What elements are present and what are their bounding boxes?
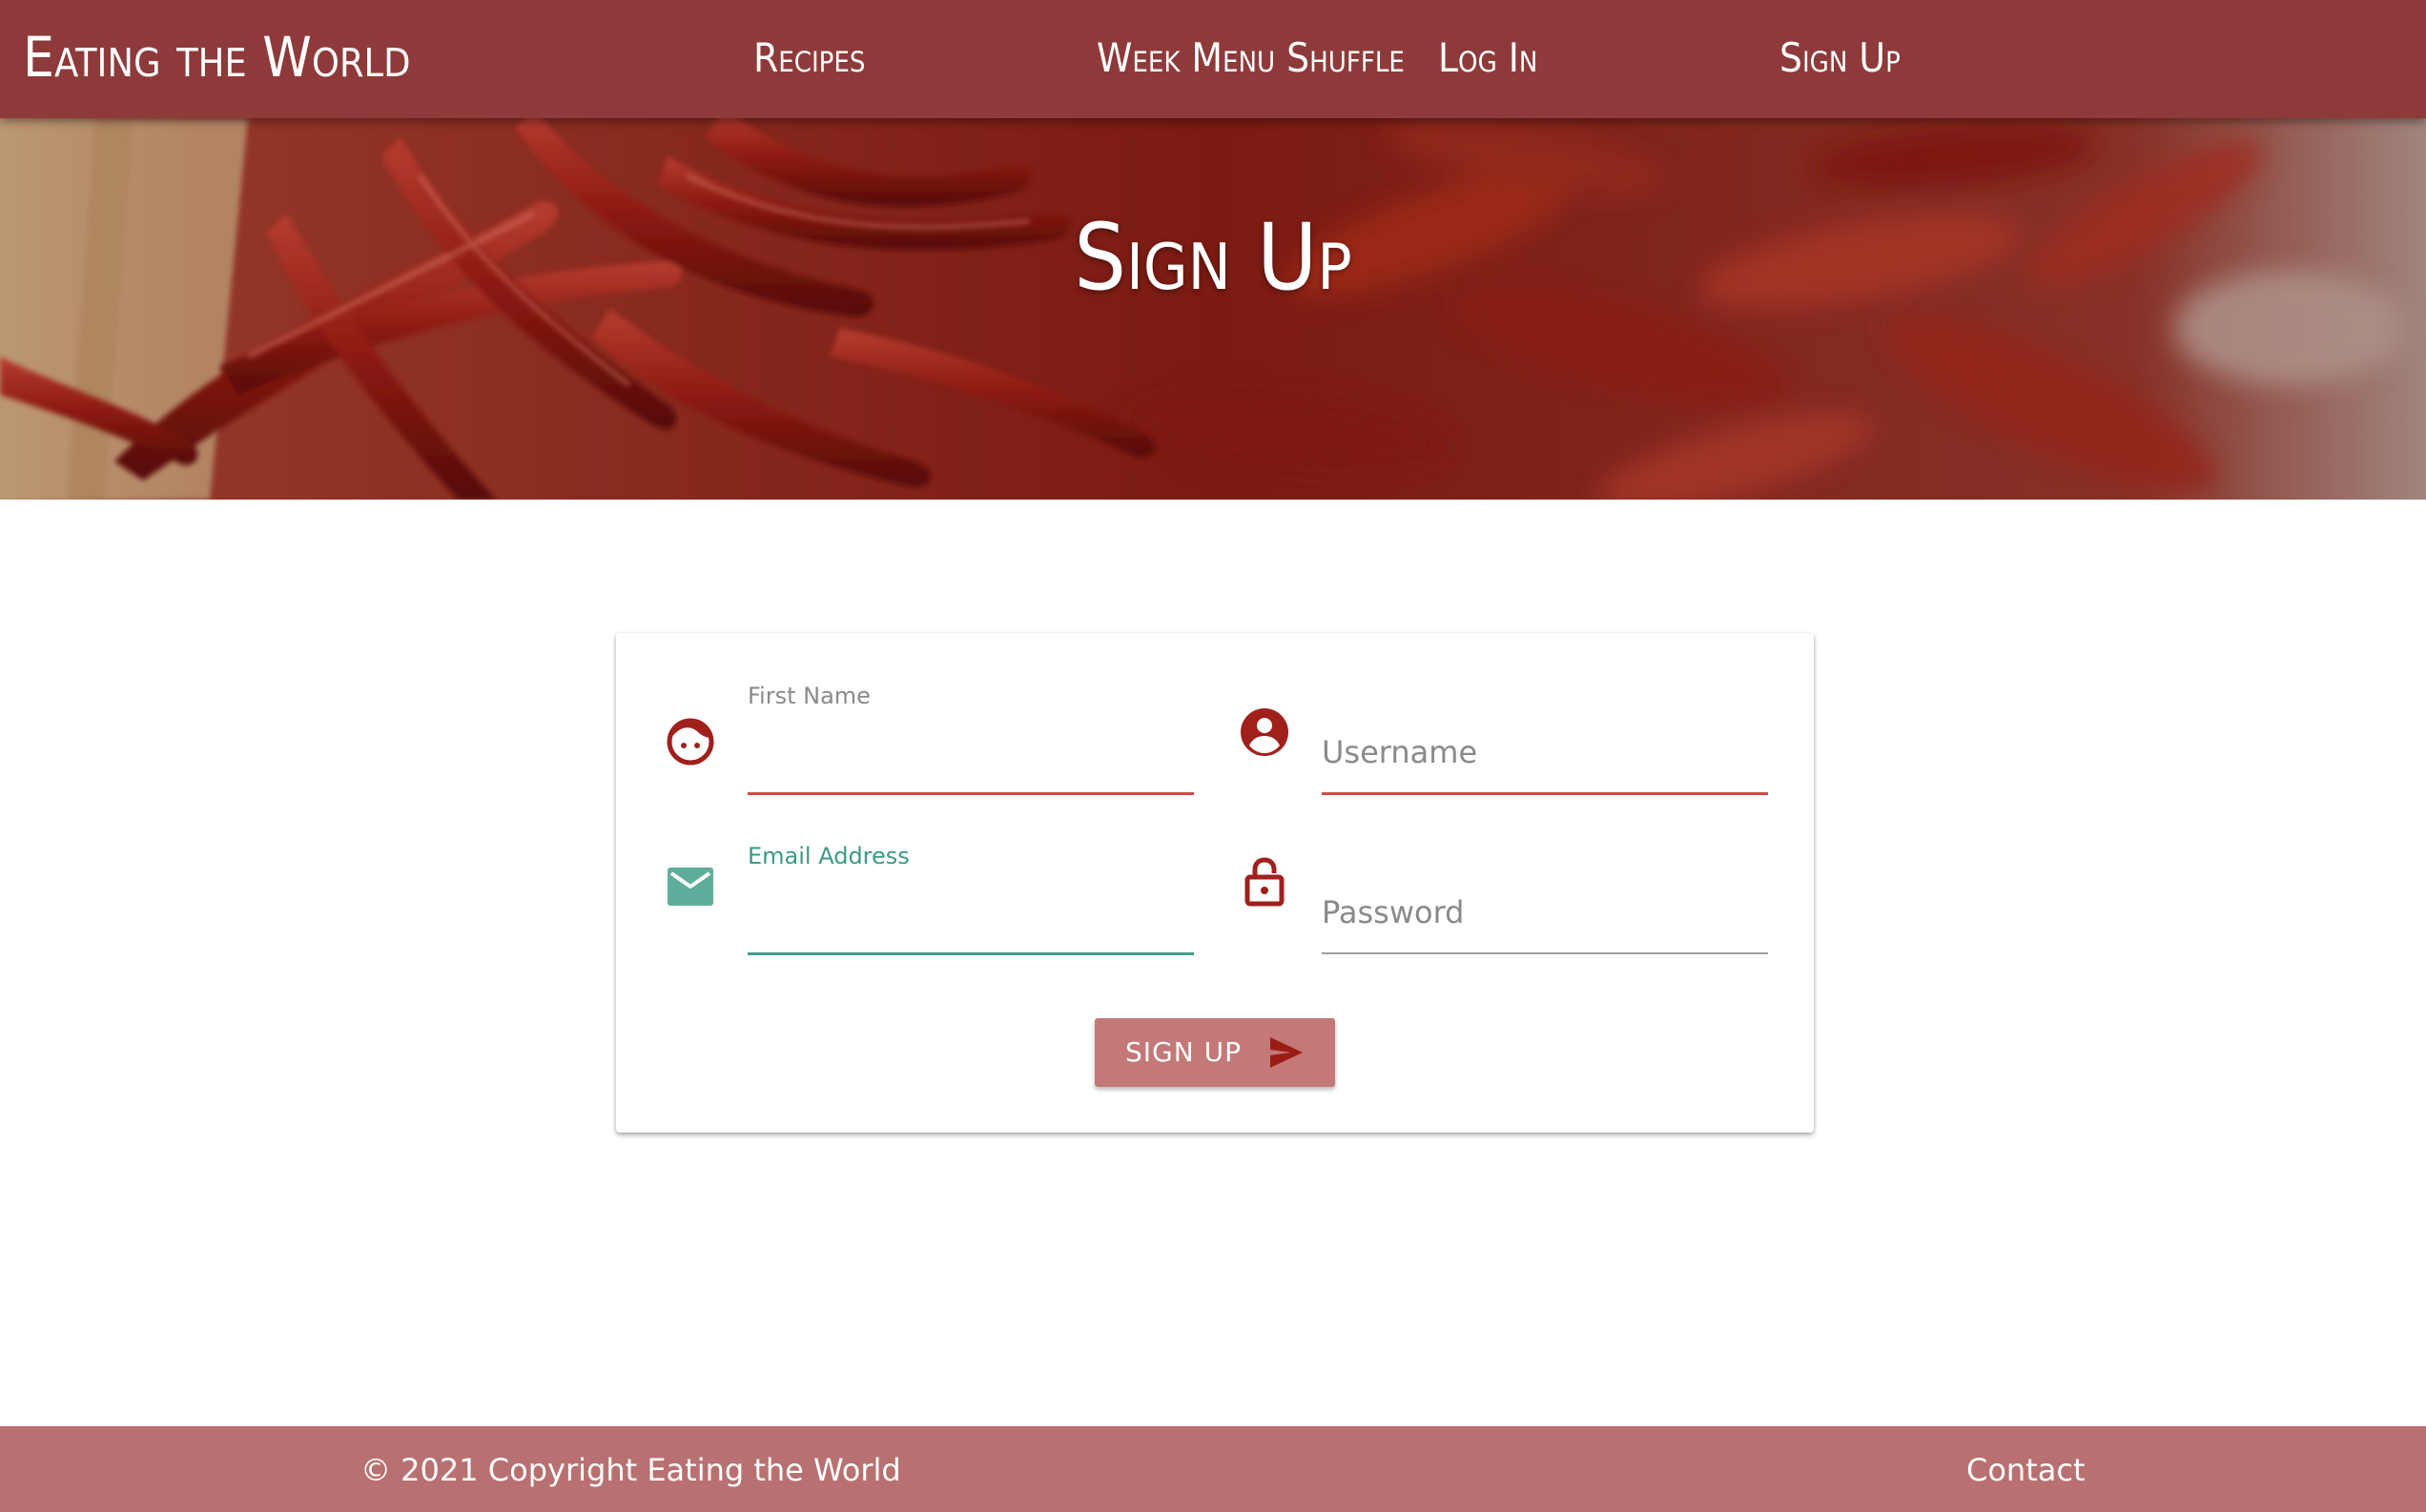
lock-open-icon <box>1244 857 1285 907</box>
first-name-label: First Name <box>748 683 871 709</box>
top-navbar: Eating the World Recipes Week Menu Shuff… <box>0 0 2426 118</box>
face-icon <box>667 718 714 766</box>
email-field[interactable]: Email Address <box>668 793 1194 955</box>
nav-link-log-in[interactable]: Log In <box>1438 31 1537 86</box>
email-icon <box>668 868 713 906</box>
account-circle-icon <box>1241 708 1288 756</box>
email-underline <box>748 952 1194 955</box>
username-placeholder: Username <box>1322 734 1478 770</box>
page-footer: © 2021 Copyright Eating the World Contac… <box>0 1426 2426 1512</box>
hero-banner: Sign Up <box>0 118 2426 500</box>
password-underline <box>1322 952 1768 954</box>
copyright-text: © 2021 Copyright Eating the World <box>360 1452 901 1488</box>
first-name-field[interactable]: First Name <box>667 633 1194 795</box>
username-field[interactable]: Username <box>1241 633 1768 795</box>
nav-link-recipes[interactable]: Recipes <box>753 31 865 86</box>
send-icon <box>1270 1037 1303 1068</box>
page-title: Sign Up <box>1074 204 1352 311</box>
nav-link-sign-up[interactable]: Sign Up <box>1779 31 1901 86</box>
password-placeholder: Password <box>1322 894 1465 930</box>
contact-link[interactable]: Contact <box>1966 1451 2086 1489</box>
nav-link-week-menu-shuffle[interactable]: Week Menu Shuffle <box>1097 31 1405 86</box>
signup-form-card: First Name Username Email Address Passwo… <box>616 633 1814 1133</box>
brand-logo-link[interactable]: Eating the World <box>23 23 410 92</box>
sign-up-button[interactable]: SIGN UP <box>1095 1018 1335 1087</box>
sign-up-button-label: SIGN UP <box>1125 1036 1242 1068</box>
password-field[interactable]: Password <box>1244 793 1768 954</box>
email-label: Email Address <box>748 843 910 869</box>
